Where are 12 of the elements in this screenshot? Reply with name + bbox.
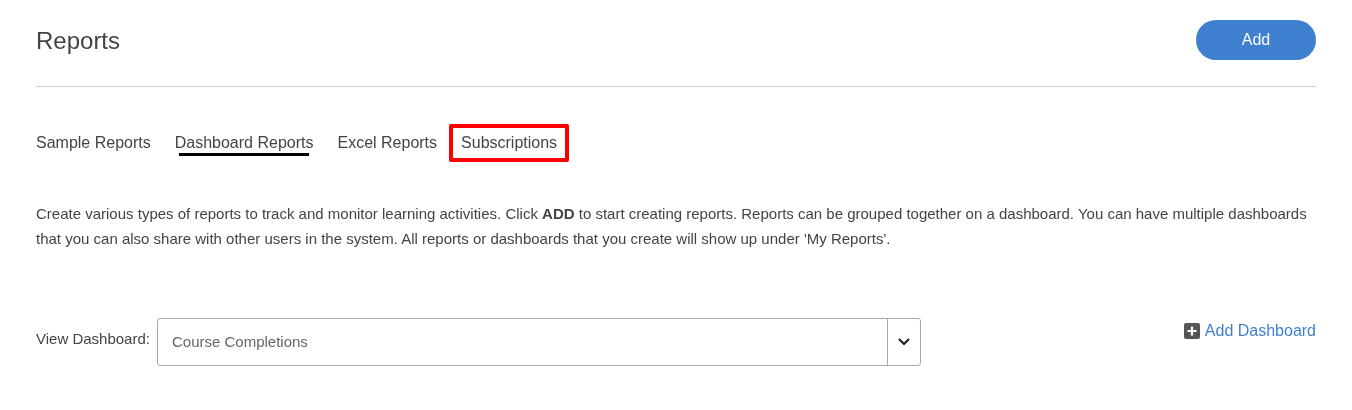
- chevron-down-icon: [897, 338, 910, 346]
- tab[interactable]: Dashboard Reports: [162, 124, 326, 162]
- page-title: Reports: [36, 27, 121, 55]
- tab[interactable]: Excel Reports: [325, 124, 450, 162]
- description-text: Create various types of reports to track and monitor learning activities. Click ADD to start creating reports. Reports can be grouped together on a dashboard. You can have multiple dashboards that you can also share with other users in the system. All reports or dashboards that you create will show up under 'My Reports'.: [36, 204, 1308, 249]
- add-button[interactable]: Add: [1196, 20, 1316, 60]
- view-dashboard-label: View Dashboard:: [36, 330, 150, 347]
- plus-square-icon: [1183, 323, 1200, 339]
- dashboard-select[interactable]: Course Completions: [156, 318, 921, 366]
- tab[interactable]: Subscriptions: [449, 124, 570, 162]
- tab[interactable]: Sample Reports: [24, 124, 163, 162]
- add-dashboard-link[interactable]: Add Dashboard: [1183, 322, 1316, 340]
